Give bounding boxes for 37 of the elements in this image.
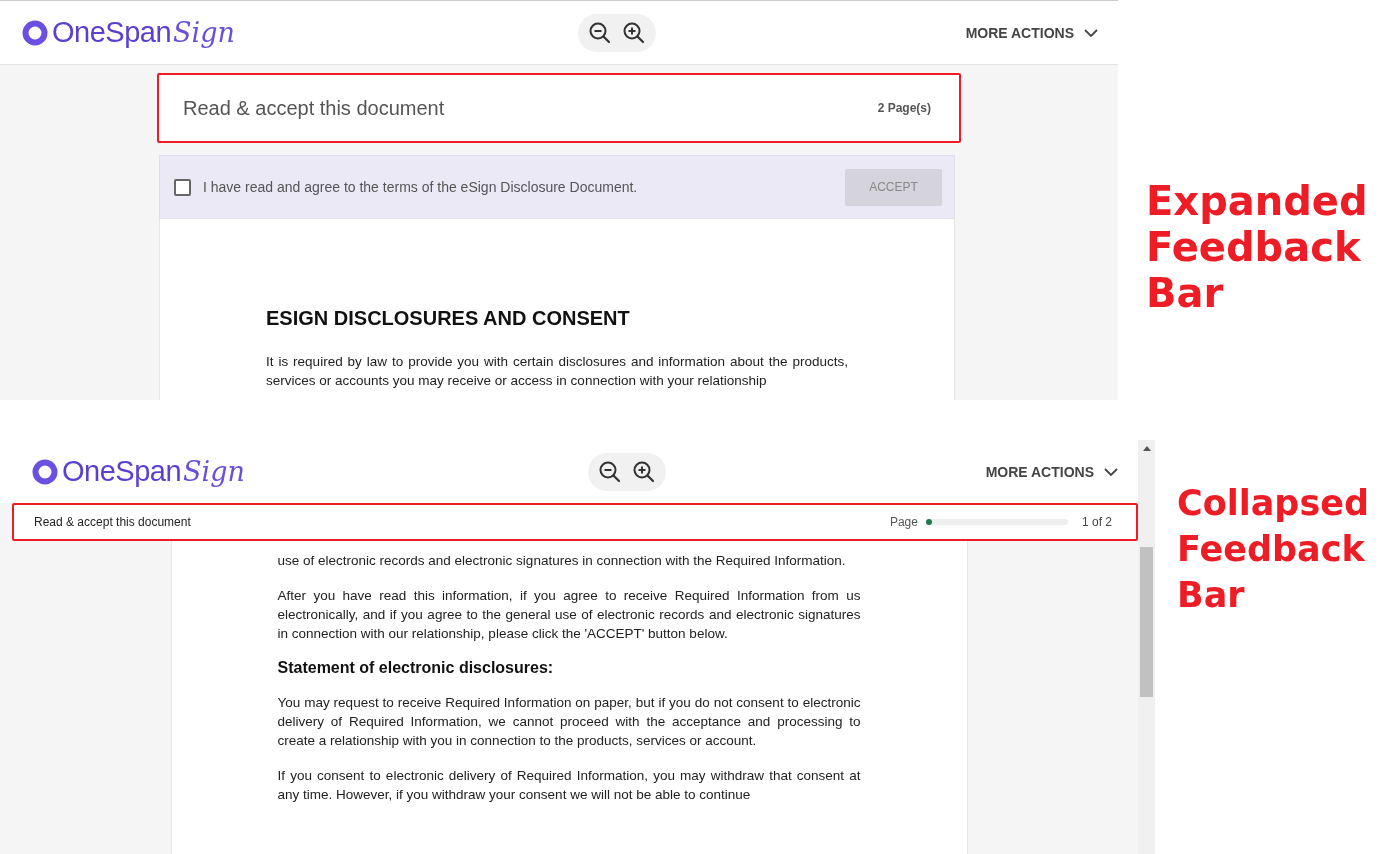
annotation-label: Collapsed Feedback Bar <box>1177 482 1371 617</box>
more-actions-button[interactable]: MORE ACTIONS <box>985 463 1118 480</box>
logo-text: OneSpan <box>62 455 182 488</box>
zoom-in-icon <box>622 20 646 45</box>
logo-ring-icon <box>32 458 58 485</box>
zoom-in-icon <box>632 459 656 484</box>
feedback-title: Read & accept this document <box>183 96 446 120</box>
scroll-up-icon[interactable] <box>1142 446 1151 451</box>
zoom-out-button[interactable] <box>588 20 612 45</box>
document-paragraph: If you consent to electronic delivery of Required Information, you may withdraw that consent at any time. However, if you withdraw your consent we will not be able to continue <box>277 767 861 804</box>
page-reading: 1 of 2 <box>1081 515 1112 529</box>
logo-script-text: Sign <box>183 456 245 487</box>
agree-checkbox[interactable] <box>174 178 191 196</box>
scrollbar[interactable] <box>1138 440 1155 854</box>
scroll-thumb[interactable] <box>1140 547 1153 697</box>
zoom-in-button[interactable] <box>622 20 646 45</box>
document-paragraph: You may request to receive Required Information on paper, but if you do not consent to electronic delivery of Required Information, we cannot proceed with the acceptance and processing to create a relationship with you in connection to the products, services or account. <box>277 694 861 750</box>
zoom-in-button[interactable] <box>632 459 656 484</box>
zoom-out-button[interactable] <box>598 459 622 484</box>
document-paragraph: It is required by law to provide you with certain disclosures and information about the products, services or accounts you may receive or access in connection with your relationship <box>266 353 848 390</box>
agree-label: I have read and agree to the terms of the eSign Disclosure Document. <box>203 179 639 195</box>
section-heading: Statement of electronic disclosures: <box>277 659 555 677</box>
page-label: Page <box>889 515 918 529</box>
page-count: 2 Page(s) <box>877 101 931 115</box>
document-paragraph: After you have read this information, if you agree to receive Required Information from us electronically, and if you agree to the general use of electronic records and electronic signatures in connection with our relationship, please click the 'ACCEPT' button below. <box>277 587 861 643</box>
logo-text: OneSpan <box>52 16 172 49</box>
document-paragraph: use of electronic records and electronic signatures in connection with the Required Information. <box>277 552 847 570</box>
zoom-out-icon <box>598 459 622 484</box>
document-heading: ESIGN DISCLOSURES AND CONSENT <box>266 307 631 330</box>
logo-ring-icon <box>22 19 48 46</box>
more-actions-button[interactable]: MORE ACTIONS <box>965 24 1098 41</box>
annotation-label: Expanded Feedback Bar <box>1146 178 1366 318</box>
chevron-down-icon <box>1104 466 1118 477</box>
feedback-title: Read & accept this document <box>34 515 192 529</box>
logo-script-text: Sign <box>173 17 235 48</box>
zoom-out-icon <box>588 20 612 45</box>
chevron-down-icon <box>1084 27 1098 38</box>
